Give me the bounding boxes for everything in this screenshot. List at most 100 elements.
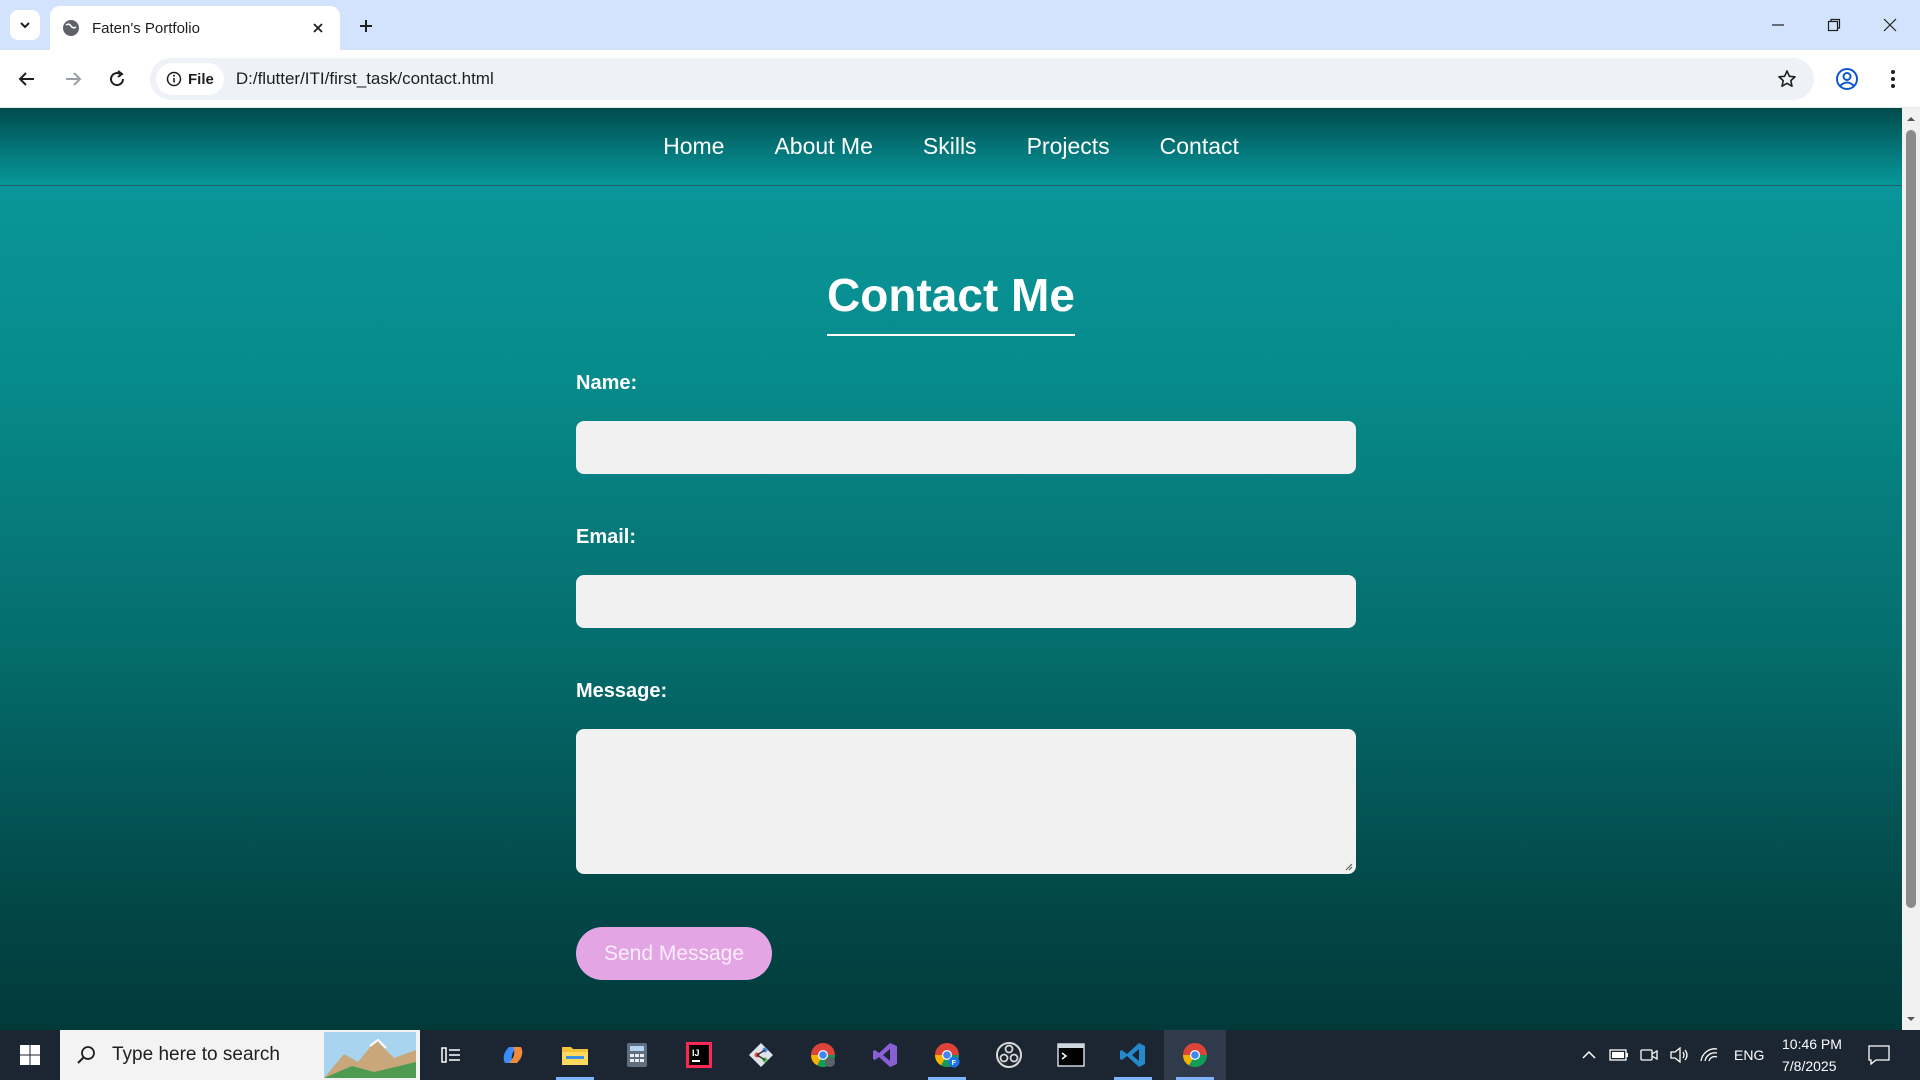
taskbar: Type here to search IJ F ENG 10:46 PM 7/…	[0, 1030, 1920, 1080]
browser-tab[interactable]: Faten's Portfolio	[50, 6, 340, 50]
terminal-icon	[1057, 1043, 1085, 1067]
new-tab-button[interactable]	[352, 12, 380, 40]
scroll-thumb[interactable]	[1906, 130, 1916, 908]
taskbar-app-chrome-profile[interactable]: F	[916, 1030, 978, 1080]
task-view-button[interactable]	[420, 1030, 482, 1080]
contact-form: Name: Email: Message: Send Message	[576, 372, 1356, 980]
nav-skills[interactable]: Skills	[923, 133, 977, 160]
close-icon	[313, 23, 323, 33]
taskbar-app-copilot[interactable]	[482, 1030, 544, 1080]
tab-close-button[interactable]	[308, 18, 328, 38]
info-icon	[166, 71, 182, 87]
taskbar-app-intellij[interactable]: IJ	[668, 1030, 730, 1080]
nav-projects[interactable]: Projects	[1027, 133, 1110, 160]
taskbar-app-obs[interactable]	[978, 1030, 1040, 1080]
message-label: Message:	[576, 680, 668, 702]
email-field[interactable]	[576, 575, 1356, 628]
profile-button[interactable]	[1832, 64, 1862, 94]
chevron-up-icon	[1582, 1050, 1596, 1059]
resize-grip-icon[interactable]	[1343, 861, 1353, 871]
nav-about-me[interactable]: About Me	[774, 133, 872, 160]
obs-icon	[996, 1042, 1022, 1068]
tab-search-button[interactable]	[10, 10, 40, 40]
forward-button[interactable]	[56, 62, 90, 96]
show-hidden-icons-button[interactable]	[1578, 1044, 1600, 1066]
meet-now-button[interactable]	[1638, 1044, 1660, 1066]
taskbar-app-calculator[interactable]	[606, 1030, 668, 1080]
site-info-chip[interactable]: File	[156, 63, 224, 95]
calculator-icon	[627, 1043, 647, 1067]
close-icon	[1883, 18, 1897, 32]
chevron-down-icon	[20, 22, 30, 29]
tab-title: Faten's Portfolio	[92, 19, 200, 37]
task-view-icon	[441, 1047, 460, 1063]
name-field[interactable]	[576, 421, 1356, 474]
tab-strip: Faten's Portfolio	[0, 0, 1920, 50]
page-scrollbar[interactable]	[1902, 108, 1920, 1030]
taskbar-app-file-explorer[interactable]	[544, 1030, 606, 1080]
search-placeholder: Type here to search	[112, 1044, 280, 1065]
reload-button[interactable]	[100, 62, 134, 96]
taskbar-app-terminal[interactable]	[1040, 1030, 1102, 1080]
search-highlight-art	[324, 1032, 416, 1078]
volume-button[interactable]	[1668, 1044, 1690, 1066]
git-icon	[749, 1043, 773, 1067]
restore-icon	[1827, 18, 1841, 32]
taskbar-app-git[interactable]	[730, 1030, 792, 1080]
windows-icon	[20, 1045, 40, 1065]
vscode-icon	[1120, 1043, 1145, 1067]
page-viewport: Home About Me Skills Projects Contact Co…	[0, 108, 1902, 1030]
visual-studio-icon	[873, 1043, 897, 1067]
svg-text:IJ: IJ	[692, 1048, 700, 1058]
nav-contact[interactable]: Contact	[1160, 133, 1239, 160]
restore-button[interactable]	[1806, 0, 1862, 50]
arrow-left-icon	[18, 72, 34, 86]
taskbar-app-visual-studio[interactable]	[854, 1030, 916, 1080]
browser-toolbar: File D:/flutter/ITI/first_task/contact.h…	[0, 50, 1920, 108]
taskbar-app-chrome[interactable]	[1164, 1030, 1226, 1080]
arrow-right-icon	[66, 72, 82, 86]
input-language[interactable]: ENG	[1734, 1047, 1764, 1063]
copilot-icon	[503, 1047, 523, 1063]
camera-icon	[1640, 1049, 1658, 1061]
battery-button[interactable]	[1608, 1044, 1630, 1066]
taskbar-search[interactable]: Type here to search	[60, 1030, 420, 1080]
file-explorer-icon	[562, 1047, 588, 1065]
star-icon	[1778, 70, 1796, 87]
plus-icon	[360, 20, 372, 32]
page-heading-wrap: Contact Me	[0, 268, 1902, 336]
search-icon	[77, 1046, 95, 1064]
chrome-icon	[1183, 1043, 1207, 1068]
back-button[interactable]	[10, 62, 44, 96]
chrome-profile-icon: F	[935, 1043, 960, 1068]
clock-date[interactable]: 7/8/2025	[1782, 1058, 1837, 1074]
notification-icon	[1868, 1045, 1890, 1065]
bookmark-button[interactable]	[1774, 66, 1800, 92]
scroll-up-icon[interactable]	[1906, 114, 1916, 124]
network-button[interactable]	[1698, 1044, 1720, 1066]
page-title: Contact Me	[827, 268, 1075, 336]
clock-time[interactable]: 10:46 PM	[1782, 1036, 1842, 1052]
send-message-button[interactable]: Send Message	[576, 927, 772, 980]
svg-text:F: F	[952, 1060, 957, 1067]
site-nav: Home About Me Skills Projects Contact	[0, 108, 1902, 186]
taskbar-app-vscode[interactable]	[1102, 1030, 1164, 1080]
scroll-down-icon[interactable]	[1906, 1014, 1916, 1024]
globe-icon	[63, 20, 79, 36]
url-text[interactable]: D:/flutter/ITI/first_task/contact.html	[236, 69, 494, 89]
intellij-icon: IJ	[686, 1042, 712, 1068]
window-close-button[interactable]	[1862, 0, 1918, 50]
more-vertical-icon	[1891, 70, 1895, 88]
minimize-button[interactable]	[1750, 0, 1806, 50]
notifications-button[interactable]	[1868, 1044, 1890, 1066]
message-textarea[interactable]	[576, 729, 1356, 874]
nav-home[interactable]: Home	[663, 133, 724, 160]
account-icon	[1836, 68, 1858, 90]
menu-button[interactable]	[1878, 64, 1908, 94]
chip-label: File	[188, 70, 214, 88]
speaker-icon	[1670, 1047, 1688, 1063]
start-button[interactable]	[0, 1030, 60, 1080]
email-label: Email:	[576, 526, 637, 548]
address-bar[interactable]: File D:/flutter/ITI/first_task/contact.h…	[150, 58, 1814, 100]
taskbar-app-chrome-canary[interactable]	[792, 1030, 854, 1080]
